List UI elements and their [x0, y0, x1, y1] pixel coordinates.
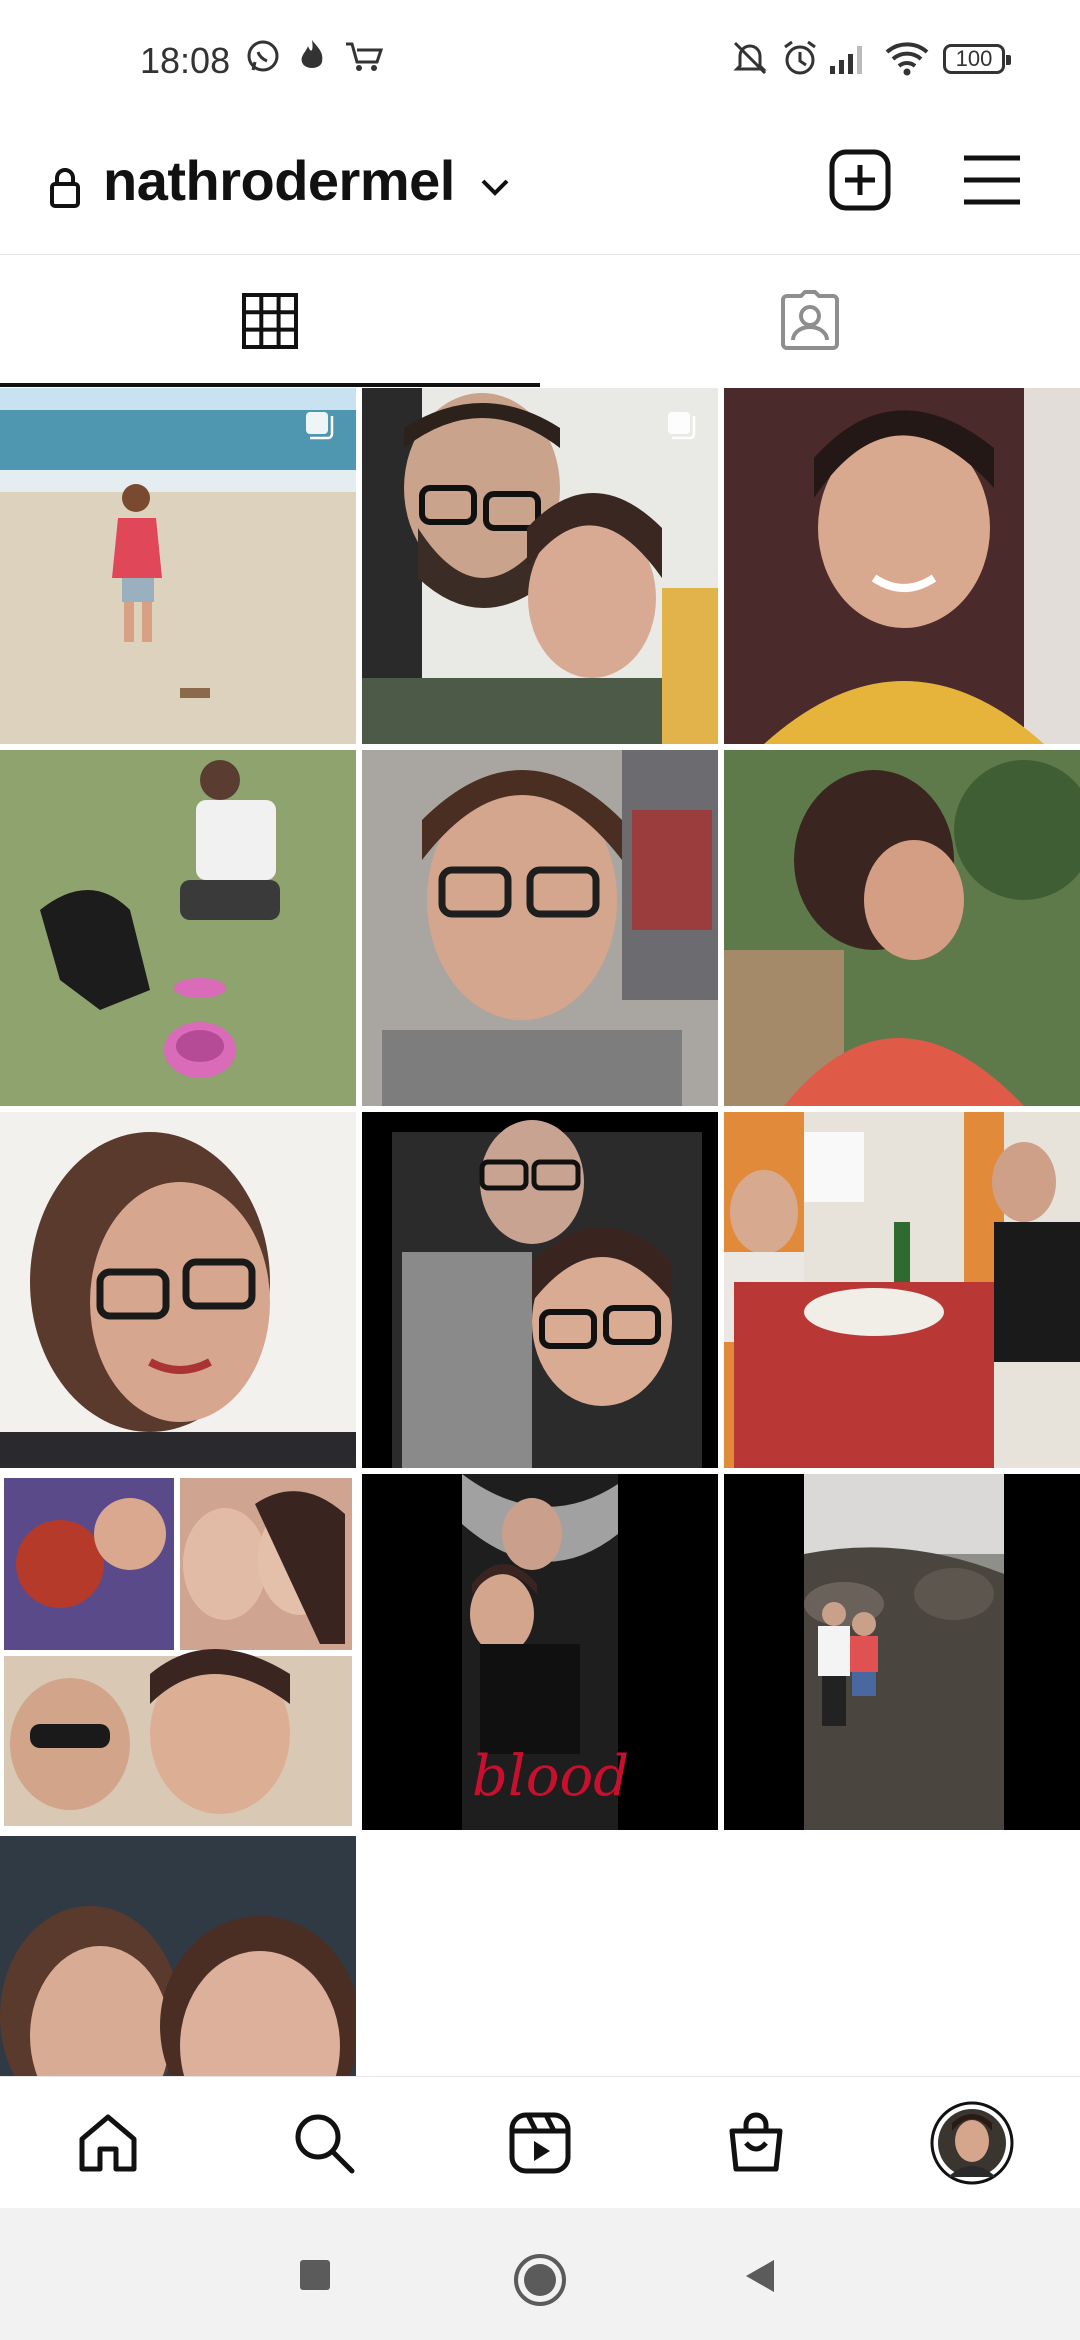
- nav-profile[interactable]: [864, 2077, 1080, 2209]
- nav-search[interactable]: [216, 2077, 432, 2209]
- tagged-person-icon: [781, 290, 839, 350]
- chevron-down-icon[interactable]: [478, 172, 512, 202]
- muted-bell-icon: [733, 41, 767, 75]
- shop-icon: [729, 2112, 783, 2172]
- post-thumbnail[interactable]: [724, 1112, 1080, 1468]
- username-title[interactable]: nathrodermel: [103, 148, 455, 213]
- post-image: [0, 1474, 356, 1830]
- signal-icon: [830, 46, 862, 74]
- post-image: [0, 388, 356, 744]
- post-image: [362, 750, 718, 1106]
- post-thumbnail[interactable]: [724, 750, 1080, 1106]
- shopping-cart-icon: [346, 42, 384, 71]
- active-tab-indicator: [0, 383, 540, 387]
- posts-grid: blood: [0, 388, 1080, 2076]
- menu-icon[interactable]: [962, 152, 1022, 208]
- post-image: [0, 750, 356, 1106]
- search-icon: [295, 2114, 355, 2174]
- home-button-icon[interactable]: [512, 2252, 568, 2308]
- alarm-icon: [784, 40, 816, 75]
- post-thumbnail[interactable]: [362, 750, 718, 1106]
- multiple-photos-icon: [668, 412, 696, 440]
- status-time: 18:08: [140, 40, 231, 81]
- post-image: [0, 1112, 356, 1468]
- post-image: [724, 1112, 1080, 1468]
- post-thumbnail[interactable]: blood: [362, 1474, 718, 1830]
- back-icon[interactable]: [742, 2258, 778, 2294]
- nav-home[interactable]: [0, 2077, 216, 2209]
- recents-icon[interactable]: [298, 2258, 332, 2292]
- reels-icon: [509, 2112, 571, 2174]
- post-image: [724, 388, 1080, 744]
- post-thumbnail[interactable]: [724, 388, 1080, 744]
- post-image: [724, 1474, 1080, 1830]
- post-thumbnail[interactable]: [724, 1474, 1080, 1830]
- post-thumbnail[interactable]: [362, 388, 718, 744]
- bottom-navigation: [0, 2076, 1080, 2209]
- multiple-photos-icon: [306, 412, 334, 440]
- blood-print-text: blood: [472, 1744, 630, 1809]
- tab-tagged[interactable]: [540, 255, 1080, 387]
- flame-icon: [301, 40, 323, 68]
- whatsapp-icon: [247, 40, 279, 72]
- nav-shop[interactable]: [648, 2077, 864, 2209]
- post-thumbnail[interactable]: [0, 1474, 356, 1830]
- wifi-icon: [885, 42, 929, 76]
- home-icon: [79, 2114, 137, 2172]
- profile-header: nathrodermel: [0, 124, 1080, 254]
- post-thumbnail[interactable]: [0, 388, 356, 744]
- new-post-icon[interactable]: [828, 148, 892, 212]
- grid-icon: [242, 293, 298, 349]
- post-thumbnail[interactable]: [362, 1112, 718, 1468]
- profile-tabs: [0, 254, 1080, 387]
- post-thumbnail[interactable]: [0, 1836, 356, 2076]
- battery-icon: 100: [943, 44, 1011, 74]
- lock-icon: [50, 168, 80, 208]
- post-image: [362, 388, 718, 744]
- post-thumbnail[interactable]: [0, 1112, 356, 1468]
- post-thumbnail[interactable]: [0, 750, 356, 1106]
- tab-posts-grid[interactable]: [0, 255, 540, 387]
- status-bar: 18:08 100: [0, 0, 1080, 124]
- post-image: [724, 750, 1080, 1106]
- system-navigation-bar: [0, 2208, 1080, 2340]
- post-image: [0, 1836, 356, 2076]
- nav-reels[interactable]: [432, 2077, 648, 2209]
- post-image: [362, 1112, 718, 1468]
- battery-level: 100: [955, 46, 993, 71]
- profile-avatar: [930, 2101, 1014, 2185]
